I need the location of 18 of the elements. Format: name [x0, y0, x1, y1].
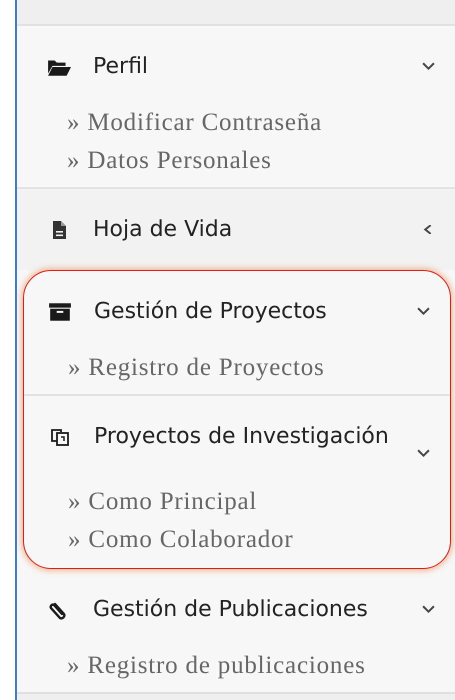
- menu-section-header[interactable]: Gestión de Publicaciones: [17, 569, 455, 638]
- menu-section-header[interactable]: Gestión de Proyectos: [24, 271, 450, 340]
- menu-section-header[interactable]: Perfil: [17, 26, 455, 95]
- section-title: Perfil: [93, 54, 148, 79]
- section-title: Hoja de Vida: [93, 217, 232, 242]
- archive-box-icon: [48, 302, 72, 322]
- submenu-link[interactable]: » Como Colaborador: [68, 526, 450, 554]
- submenu-link[interactable]: » Modificar Contraseña: [67, 109, 455, 137]
- menu-section-header[interactable]: Hoja de Vida: [17, 189, 455, 270]
- section-title: Gestión de Publicaciones: [93, 597, 368, 622]
- submenu-link[interactable]: » Registro de publicaciones: [67, 652, 455, 680]
- submenu-link[interactable]: » Datos Personales: [67, 147, 455, 175]
- submenu-link[interactable]: » Registro de Proyectos: [68, 354, 450, 382]
- section-title: Gestión de Proyectos: [94, 299, 327, 324]
- copy-icon: [48, 426, 72, 446]
- submenu-link[interactable]: » Como Principal: [68, 488, 450, 516]
- section-title: Proyectos de Investigación: [94, 424, 389, 449]
- menu-section-header[interactable]: Proyectos de Investigación: [24, 396, 450, 474]
